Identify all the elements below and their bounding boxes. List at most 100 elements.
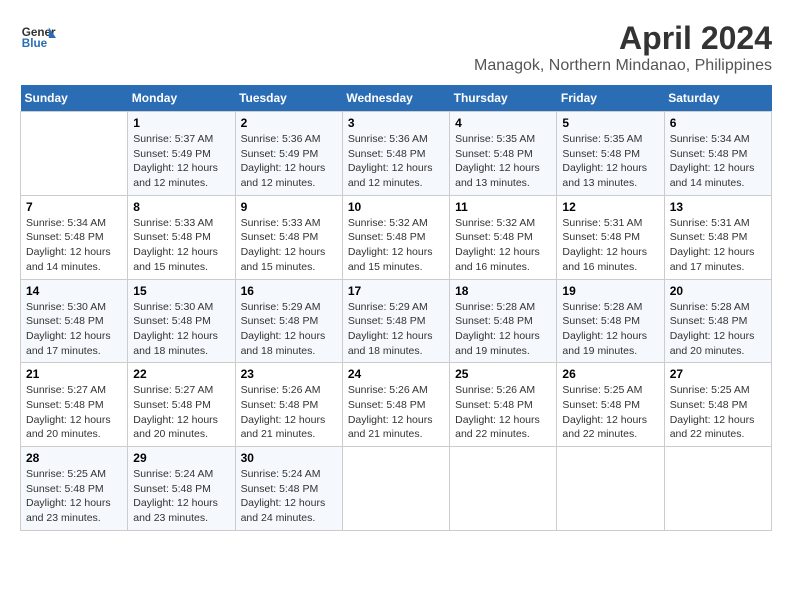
day-number: 9 — [241, 200, 337, 214]
calendar-cell: 16 Sunrise: 5:29 AM Sunset: 5:48 PM Dayli… — [235, 279, 342, 363]
weekday-header-sunday: Sunday — [21, 85, 128, 112]
day-number: 13 — [670, 200, 766, 214]
day-number: 2 — [241, 116, 337, 130]
day-number: 7 — [26, 200, 122, 214]
page-header: General Blue April 2024 Managok, Norther… — [20, 20, 772, 75]
day-number: 19 — [562, 284, 658, 298]
calendar-cell: 18 Sunrise: 5:28 AM Sunset: 5:48 PM Dayli… — [450, 279, 557, 363]
calendar-cell — [450, 447, 557, 531]
day-number: 6 — [670, 116, 766, 130]
day-detail: Sunrise: 5:28 AM Sunset: 5:48 PM Dayligh… — [455, 300, 551, 359]
day-number: 1 — [133, 116, 229, 130]
page-title: April 2024 — [474, 20, 772, 57]
day-number: 27 — [670, 367, 766, 381]
day-detail: Sunrise: 5:30 AM Sunset: 5:48 PM Dayligh… — [133, 300, 229, 359]
calendar-cell — [342, 447, 449, 531]
day-number: 20 — [670, 284, 766, 298]
calendar-cell: 23 Sunrise: 5:26 AM Sunset: 5:48 PM Dayli… — [235, 363, 342, 447]
calendar-cell: 22Sunrise: 5:27 AM Sunset: 5:48 PM Dayli… — [128, 363, 235, 447]
calendar-cell — [557, 447, 664, 531]
calendar-cell: 24 Sunrise: 5:26 AM Sunset: 5:48 PM Dayli… — [342, 363, 449, 447]
day-detail: Sunrise: 5:27 AM Sunset: 5:48 PM Dayligh… — [26, 383, 122, 442]
day-detail: Sunrise: 5:29 AM Sunset: 5:48 PM Dayligh… — [241, 300, 337, 359]
day-number: 22 — [133, 367, 229, 381]
day-number: 28 — [26, 451, 122, 465]
calendar-cell: 14 Sunrise: 5:30 AM Sunset: 5:48 PM Dayli… — [21, 279, 128, 363]
day-number: 21 — [26, 367, 122, 381]
calendar-cell: 7 Sunrise: 5:34 AM Sunset: 5:48 PM Daylig… — [21, 195, 128, 279]
calendar-cell: 20 Sunrise: 5:28 AM Sunset: 5:48 PM Dayli… — [664, 279, 771, 363]
calendar-cell: 27 Sunrise: 5:25 AM Sunset: 5:48 PM Dayli… — [664, 363, 771, 447]
day-detail: Sunrise: 5:26 AM Sunset: 5:48 PM Dayligh… — [348, 383, 444, 442]
day-detail: Sunrise: 5:29 AM Sunset: 5:48 PM Dayligh… — [348, 300, 444, 359]
calendar-cell: 4 Sunrise: 5:35 AM Sunset: 5:48 PM Daylig… — [450, 112, 557, 196]
calendar-cell: 30 Sunrise: 5:24 AM Sunset: 5:48 PM Dayli… — [235, 447, 342, 531]
day-number: 8 — [133, 200, 229, 214]
day-detail: Sunrise: 5:31 AM Sunset: 5:48 PM Dayligh… — [670, 216, 766, 275]
calendar-cell: 2 Sunrise: 5:36 AM Sunset: 5:49 PM Daylig… — [235, 112, 342, 196]
calendar-cell — [21, 112, 128, 196]
calendar-cell: 3 Sunrise: 5:36 AM Sunset: 5:48 PM Daylig… — [342, 112, 449, 196]
day-number: 29 — [133, 451, 229, 465]
day-number: 4 — [455, 116, 551, 130]
day-detail: Sunrise: 5:26 AM Sunset: 5:48 PM Dayligh… — [241, 383, 337, 442]
page-subtitle: Managok, Northern Mindanao, Philippines — [474, 57, 772, 75]
day-detail: Sunrise: 5:26 AM Sunset: 5:48 PM Dayligh… — [455, 383, 551, 442]
day-detail: Sunrise: 5:32 AM Sunset: 5:48 PM Dayligh… — [455, 216, 551, 275]
day-detail: Sunrise: 5:35 AM Sunset: 5:48 PM Dayligh… — [455, 132, 551, 191]
day-number: 23 — [241, 367, 337, 381]
logo: General Blue — [20, 20, 56, 56]
calendar-cell: 28Sunrise: 5:25 AM Sunset: 5:48 PM Dayli… — [21, 447, 128, 531]
day-number: 3 — [348, 116, 444, 130]
calendar-cell: 21 Sunrise: 5:27 AM Sunset: 5:48 PM Dayli… — [21, 363, 128, 447]
calendar-cell: 29Sunrise: 5:24 AM Sunset: 5:48 PM Dayli… — [128, 447, 235, 531]
day-detail: Sunrise: 5:28 AM Sunset: 5:48 PM Dayligh… — [562, 300, 658, 359]
day-detail: Sunrise: 5:28 AM Sunset: 5:48 PM Dayligh… — [670, 300, 766, 359]
day-detail: Sunrise: 5:24 AM Sunset: 5:48 PM Dayligh… — [241, 467, 337, 526]
calendar-cell: 19 Sunrise: 5:28 AM Sunset: 5:48 PM Dayli… — [557, 279, 664, 363]
calendar-cell: 17 Sunrise: 5:29 AM Sunset: 5:48 PM Dayli… — [342, 279, 449, 363]
weekday-header-friday: Friday — [557, 85, 664, 112]
calendar-cell: 12 Sunrise: 5:31 AM Sunset: 5:48 PM Dayli… — [557, 195, 664, 279]
calendar-table: SundayMondayTuesdayWednesdayThursdayFrid… — [20, 85, 772, 531]
calendar-cell: 11Sunrise: 5:32 AM Sunset: 5:48 PM Dayli… — [450, 195, 557, 279]
day-number: 15 — [133, 284, 229, 298]
day-number: 5 — [562, 116, 658, 130]
day-detail: Sunrise: 5:25 AM Sunset: 5:48 PM Dayligh… — [562, 383, 658, 442]
calendar-cell: 1 Sunrise: 5:37 AM Sunset: 5:49 PM Daylig… — [128, 112, 235, 196]
calendar-cell: 25Sunrise: 5:26 AM Sunset: 5:48 PM Dayli… — [450, 363, 557, 447]
day-detail: Sunrise: 5:33 AM Sunset: 5:48 PM Dayligh… — [241, 216, 337, 275]
day-detail: Sunrise: 5:33 AM Sunset: 5:48 PM Dayligh… — [133, 216, 229, 275]
svg-text:Blue: Blue — [22, 37, 48, 50]
calendar-cell: 10Sunrise: 5:32 AM Sunset: 5:48 PM Dayli… — [342, 195, 449, 279]
day-detail: Sunrise: 5:25 AM Sunset: 5:48 PM Dayligh… — [670, 383, 766, 442]
calendar-cell: 9 Sunrise: 5:33 AM Sunset: 5:48 PM Daylig… — [235, 195, 342, 279]
calendar-cell: 26 Sunrise: 5:25 AM Sunset: 5:48 PM Dayli… — [557, 363, 664, 447]
day-number: 18 — [455, 284, 551, 298]
calendar-cell — [664, 447, 771, 531]
day-detail: Sunrise: 5:30 AM Sunset: 5:48 PM Dayligh… — [26, 300, 122, 359]
day-number: 16 — [241, 284, 337, 298]
calendar-cell: 8 Sunrise: 5:33 AM Sunset: 5:48 PM Daylig… — [128, 195, 235, 279]
day-number: 14 — [26, 284, 122, 298]
day-detail: Sunrise: 5:34 AM Sunset: 5:48 PM Dayligh… — [26, 216, 122, 275]
day-detail: Sunrise: 5:36 AM Sunset: 5:48 PM Dayligh… — [348, 132, 444, 191]
day-detail: Sunrise: 5:36 AM Sunset: 5:49 PM Dayligh… — [241, 132, 337, 191]
day-number: 17 — [348, 284, 444, 298]
title-block: April 2024 Managok, Northern Mindanao, P… — [474, 20, 772, 75]
day-number: 26 — [562, 367, 658, 381]
calendar-cell: 13 Sunrise: 5:31 AM Sunset: 5:48 PM Dayli… — [664, 195, 771, 279]
day-number: 24 — [348, 367, 444, 381]
day-detail: Sunrise: 5:31 AM Sunset: 5:48 PM Dayligh… — [562, 216, 658, 275]
day-number: 30 — [241, 451, 337, 465]
calendar-cell: 6 Sunrise: 5:34 AM Sunset: 5:48 PM Daylig… — [664, 112, 771, 196]
weekday-header-monday: Monday — [128, 85, 235, 112]
day-number: 10 — [348, 200, 444, 214]
day-detail: Sunrise: 5:34 AM Sunset: 5:48 PM Dayligh… — [670, 132, 766, 191]
day-detail: Sunrise: 5:37 AM Sunset: 5:49 PM Dayligh… — [133, 132, 229, 191]
weekday-header-saturday: Saturday — [664, 85, 771, 112]
weekday-header-tuesday: Tuesday — [235, 85, 342, 112]
logo-icon: General Blue — [20, 20, 56, 56]
day-detail: Sunrise: 5:35 AM Sunset: 5:48 PM Dayligh… — [562, 132, 658, 191]
day-number: 12 — [562, 200, 658, 214]
